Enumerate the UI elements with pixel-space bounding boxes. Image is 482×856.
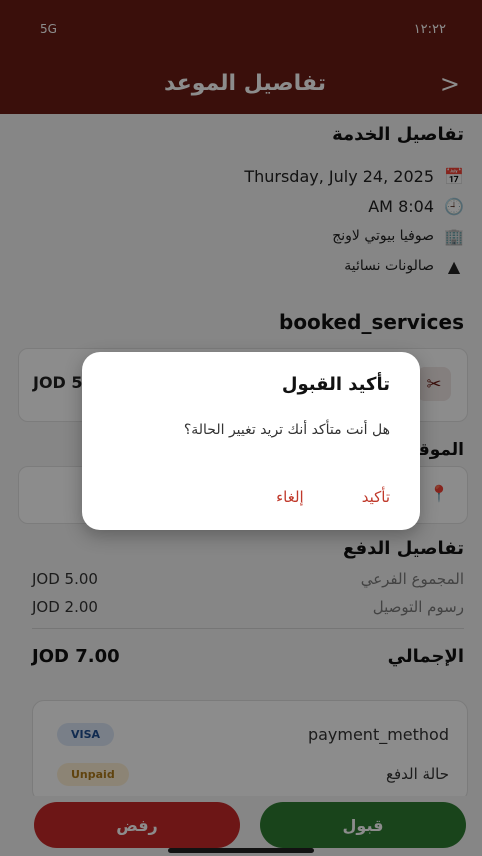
dialog-cancel-button[interactable]: إلغاء — [276, 488, 304, 506]
dialog-actions: تأكيد إلغاء — [276, 488, 390, 506]
confirm-dialog: تأكيد القبول هل أنت متأكد أنك تريد تغيير… — [82, 352, 420, 530]
dialog-confirm-button[interactable]: تأكيد — [362, 488, 390, 506]
dialog-title: تأكيد القبول — [281, 374, 390, 395]
dialog-message: هل أنت متأكد أنك تريد تغيير الحالة؟ — [183, 422, 390, 438]
